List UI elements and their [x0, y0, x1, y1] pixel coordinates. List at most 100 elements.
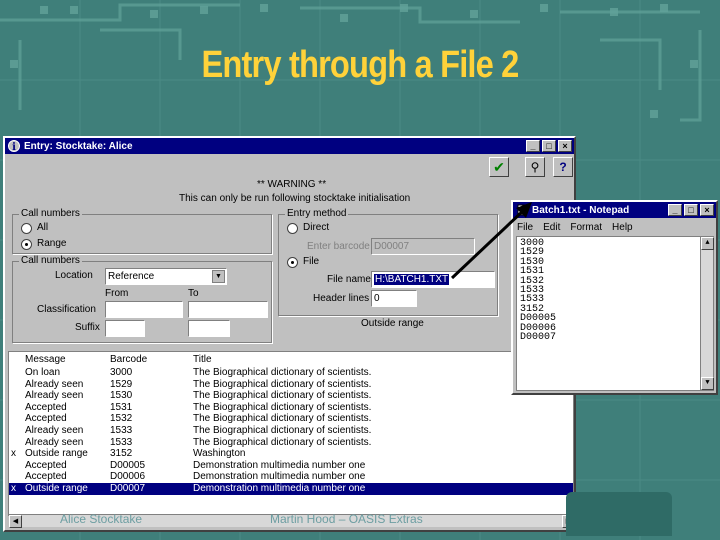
cell-barcode: D00005: [110, 459, 146, 471]
notepad-close-button[interactable]: ×: [700, 204, 714, 216]
radio-direct[interactable]: [287, 223, 298, 234]
svg-text:i: i: [12, 142, 16, 152]
help-icon[interactable]: ?: [553, 157, 573, 177]
notepad-titlebar[interactable]: Batch1.txt - Notepad _ □ ×: [513, 202, 716, 218]
to-label: To: [188, 288, 199, 299]
cell-title: The Biographical dictionary of scientist…: [193, 425, 372, 436]
cell-message: Outside range: [25, 483, 88, 494]
check-icon[interactable]: ✔: [489, 157, 509, 177]
cell-title: The Biographical dictionary of scientist…: [193, 401, 372, 413]
footer-center: Martin Hood – OASIS Extras: [270, 512, 423, 526]
radio-range-label[interactable]: Range: [37, 238, 66, 249]
annotation-arrow: [450, 202, 532, 280]
from-label: From: [105, 288, 129, 299]
cell-message: Already seen: [25, 390, 84, 402]
classification-label: Classification: [37, 304, 96, 315]
scroll-down-icon[interactable]: ▼: [701, 377, 714, 390]
cell-title: The Biographical dictionary of scientist…: [193, 378, 372, 390]
cell-mark: x: [11, 448, 16, 460]
suffix-from-field[interactable]: [105, 320, 145, 337]
binoculars-icon[interactable]: ⚲: [525, 157, 545, 177]
table-row[interactable]: x Outside range 3152 Washington: [9, 448, 573, 460]
warning-text: This can only be run following stocktake…: [179, 193, 411, 204]
footer-left: Alice Stocktake: [60, 512, 143, 526]
table-row[interactable]: On loan 3000 The Biographical dictionary o…: [9, 367, 573, 379]
table-row[interactable]: Accepted D00005 Demonstration multimedia n…: [9, 460, 573, 472]
cell-message: Already seen: [25, 378, 84, 390]
notepad-text-area[interactable]: 3000 1529 1530 1531 1532 1533 1533 3152 D00005 D0…: [516, 236, 714, 391]
minimize-button[interactable]: _: [526, 140, 540, 152]
column-header-barcode[interactable]: Barcode: [110, 354, 147, 365]
call-numbers-range-group: Call numbers Location Reference ▼ From T…: [12, 255, 272, 343]
cell-message: Accepted: [25, 413, 67, 425]
table-row[interactable]: Already seen 1533 The Biographical diction…: [9, 425, 573, 437]
column-header-message[interactable]: Message: [25, 354, 66, 365]
footer-bar: [566, 492, 672, 536]
radio-direct-label[interactable]: Direct: [303, 222, 329, 233]
cell-message: On loan: [25, 367, 61, 378]
classification-from-field[interactable]: [105, 301, 183, 318]
cell-message: Already seen: [25, 436, 84, 448]
cell-title: The Biographical dictionary of scientist…: [193, 390, 372, 402]
cell-title: The Biographical dictionary of scientist…: [193, 367, 372, 378]
header-lines-label: Header lines: [313, 293, 370, 304]
notepad-line: 1533: [520, 294, 545, 306]
cell-message: Outside range: [25, 448, 88, 460]
cell-barcode: 1531: [110, 401, 133, 413]
menu-edit[interactable]: Edit: [543, 222, 560, 233]
table-row[interactable]: Accepted 1531 The Biographical dictionary …: [9, 402, 573, 414]
notepad-lines: 3000 1529 1530 1531 1532 1533 1533 3152 D00005 D0…: [520, 238, 710, 343]
notepad-window: Batch1.txt - Notepad _ □ × File Edit For…: [511, 200, 718, 395]
cell-title: Washington: [193, 448, 246, 460]
menu-help[interactable]: Help: [612, 222, 633, 233]
notepad-line: 1530: [520, 256, 545, 268]
menu-format[interactable]: Format: [570, 222, 602, 233]
table-row[interactable]: Accepted 1532 The Biographical dictionary …: [9, 413, 573, 425]
outside-range-label: Outside range: [361, 318, 424, 329]
stocktake-titlebar[interactable]: i Entry: Stocktake: Alice _ □ ×: [5, 138, 574, 154]
location-select[interactable]: Reference ▼: [105, 268, 227, 285]
header-lines-field[interactable]: 0: [371, 290, 417, 307]
cell-mark: x: [11, 483, 16, 494]
table-row[interactable]: Already seen 1533 The Biographical diction…: [9, 437, 573, 449]
maximize-button[interactable]: □: [542, 140, 556, 152]
chevron-down-icon[interactable]: ▼: [212, 270, 225, 283]
suffix-to-field[interactable]: [188, 320, 230, 337]
notepad-minimize-button[interactable]: _: [668, 204, 682, 216]
cell-barcode: 1532: [110, 413, 133, 425]
notepad-line: 3000: [520, 238, 545, 249]
cell-barcode: 1529: [110, 378, 133, 390]
suffix-label: Suffix: [75, 322, 100, 333]
notepad-line: 1531: [520, 266, 545, 278]
location-label: Location: [55, 270, 93, 281]
table-row[interactable]: x Outside range D00007 Demonstration multim…: [9, 483, 573, 495]
cell-barcode: 3000: [110, 367, 133, 378]
notepad-vertical-scrollbar[interactable]: ▲ ▼: [700, 237, 714, 390]
table-row[interactable]: Already seen 1530 The Biographical diction…: [9, 390, 573, 402]
cell-barcode: 1530: [110, 390, 133, 402]
results-list[interactable]: Message Barcode Title On loan 3000 The Bio…: [8, 351, 574, 516]
cell-title: Demonstration multimedia number one: [193, 471, 366, 483]
classification-to-field[interactable]: [188, 301, 268, 318]
table-row[interactable]: Already seen 1529 The Biographical diction…: [9, 379, 573, 391]
cell-barcode: 3152: [110, 448, 133, 460]
cell-barcode: D00006: [110, 471, 146, 483]
cell-barcode: 1533: [110, 425, 133, 436]
radio-file-label[interactable]: File: [303, 256, 319, 267]
cell-title: Demonstration multimedia number one: [193, 483, 366, 494]
call-numbers-group: Call numbers All Range: [12, 208, 272, 254]
cell-title: The Biographical dictionary of scientist…: [193, 436, 372, 448]
column-header-title[interactable]: Title: [193, 354, 212, 365]
scroll-up-icon[interactable]: ▲: [701, 237, 714, 250]
radio-file[interactable]: [287, 257, 298, 268]
app-info-icon: i: [8, 140, 20, 152]
radio-all[interactable]: [21, 223, 32, 234]
close-button[interactable]: ×: [558, 140, 572, 152]
notepad-maximize-button[interactable]: □: [684, 204, 698, 216]
cell-barcode: 1533: [110, 436, 133, 448]
radio-all-label[interactable]: All: [37, 222, 48, 233]
scroll-left-icon[interactable]: ◀: [9, 515, 22, 528]
table-row[interactable]: Accepted D00006 Demonstration multimedia n…: [9, 471, 573, 483]
notepad-line: 1529: [520, 247, 545, 259]
radio-range[interactable]: [21, 239, 32, 250]
